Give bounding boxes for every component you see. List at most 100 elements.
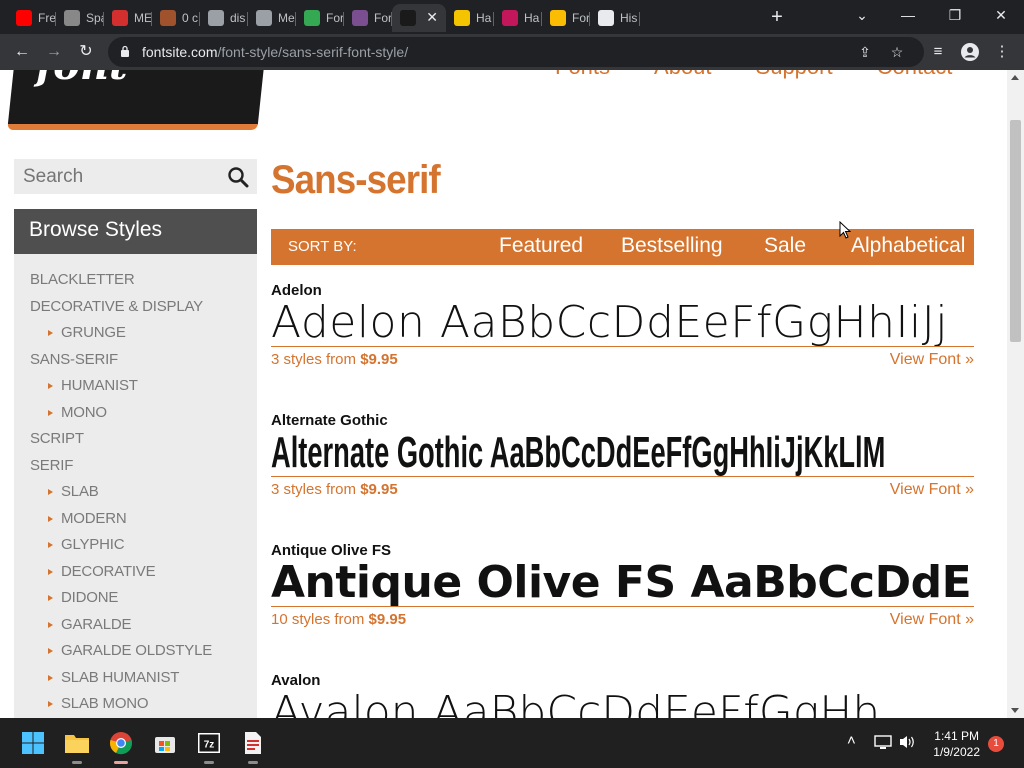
- share-icon[interactable]: ⇪: [856, 43, 874, 61]
- lock-icon[interactable]: [120, 45, 130, 57]
- category-label: SERIF: [30, 456, 74, 474]
- store-button[interactable]: [150, 728, 180, 758]
- category-link[interactable]: BLACKLETTER: [14, 267, 257, 294]
- new-tab-button[interactable]: +: [765, 6, 789, 30]
- category-link[interactable]: MONO: [14, 400, 257, 427]
- category-link[interactable]: HUMANIST: [14, 373, 257, 400]
- nav-link-about[interactable]: About: [654, 70, 712, 80]
- speaker-icon[interactable]: [898, 734, 916, 750]
- forward-button[interactable]: →: [42, 40, 66, 64]
- mask-icon: [352, 10, 368, 26]
- chevron-up-icon[interactable]: ˄: [847, 732, 856, 749]
- category-link[interactable]: DIDONE: [14, 585, 257, 612]
- view-font-link[interactable]: View Font »: [890, 481, 974, 499]
- scroll-up-arrow[interactable]: [1011, 75, 1019, 80]
- category-link[interactable]: SLAB: [14, 479, 257, 506]
- category-link[interactable]: SLAB MONO: [14, 691, 257, 718]
- triangle-bullet-icon: [48, 648, 53, 655]
- view-font-link[interactable]: View Font »: [890, 351, 974, 369]
- url-path: /font-style/sans-serif-font-style/: [217, 44, 409, 60]
- browser-tab[interactable]: Spa: [56, 4, 104, 32]
- minimize-button[interactable]: —: [888, 4, 928, 28]
- close-window-button[interactable]: ✕: [981, 4, 1021, 28]
- search-input[interactable]: [14, 159, 214, 194]
- font-name[interactable]: Alternate Gothic: [271, 412, 974, 429]
- browser-tab[interactable]: ME: [104, 4, 152, 32]
- tab-search-button[interactable]: ⌄: [842, 4, 882, 28]
- font-sample[interactable]: Antique Olive FS AaBbCcDdE: [271, 559, 974, 607]
- url-text[interactable]: fontsite.com/font-style/sans-serif-font-…: [142, 44, 408, 60]
- reload-button[interactable]: ↻: [74, 40, 98, 64]
- running-indicator: [72, 761, 82, 764]
- fontsite-logo[interactable]: font: [7, 70, 267, 130]
- browser-tab[interactable]: Ha: [446, 4, 494, 32]
- maximize-button[interactable]: ❐: [935, 4, 975, 28]
- browser-tab[interactable]: Me: [248, 4, 296, 32]
- media-control-icon[interactable]: ≡: [926, 40, 950, 64]
- sort-alphabetical[interactable]: Alphabetical: [851, 234, 965, 258]
- close-tab-icon[interactable]: ✕: [426, 9, 438, 26]
- sort-sale[interactable]: Sale: [764, 234, 806, 258]
- network-icon[interactable]: [874, 734, 892, 750]
- document-icon: [245, 732, 261, 754]
- nav-link-contact[interactable]: Contact: [877, 70, 953, 80]
- 7zip-button[interactable]: 7z: [194, 728, 224, 764]
- font-name[interactable]: Antique Olive FS: [271, 542, 974, 559]
- category-label: SCRIPT: [30, 430, 84, 447]
- start-button[interactable]: [18, 728, 48, 758]
- browser-tab[interactable]: For: [344, 4, 392, 32]
- profile-avatar-icon[interactable]: [958, 40, 982, 64]
- view-font-link[interactable]: View Font »: [890, 611, 974, 629]
- tab-title: For: [326, 11, 344, 25]
- cookie-icon: [160, 10, 176, 26]
- file-explorer-button[interactable]: [62, 728, 92, 764]
- category-link[interactable]: GARALDE OLDSTYLE: [14, 638, 257, 665]
- font-name[interactable]: Adelon: [271, 282, 974, 299]
- nav-link-support[interactable]: Support: [756, 70, 833, 80]
- scroll-down-arrow[interactable]: [1011, 708, 1019, 713]
- category-link[interactable]: SERIF: [14, 453, 257, 480]
- notification-badge[interactable]: 1: [988, 736, 1004, 752]
- font-price-info: 3 styles from $9.95: [271, 351, 398, 368]
- spartan-helmet-icon: [64, 10, 80, 26]
- font-sample[interactable]: Avalon AaBbCcDdEeFfGgHh: [271, 689, 974, 718]
- category-label: DIDONE: [61, 589, 119, 606]
- browser-tab[interactable]: For: [296, 4, 344, 32]
- font-sample[interactable]: Alternate Gothic AaBbCcDdEeFfGgHhIiJjKkL…: [271, 429, 975, 477]
- browser-tab[interactable]: ✕: [392, 4, 446, 32]
- page-scrollbar[interactable]: [1007, 70, 1024, 718]
- category-link[interactable]: MODERN: [14, 506, 257, 533]
- scroll-thumb[interactable]: [1010, 120, 1021, 342]
- category-link[interactable]: GRUNGE: [14, 320, 257, 347]
- nav-link-fonts[interactable]: Fonts: [555, 70, 610, 80]
- tab-title: Ha: [524, 11, 540, 25]
- address-bar[interactable]: fontsite.com/font-style/sans-serif-font-…: [108, 37, 924, 67]
- font-sample[interactable]: Adelon AaBbCcDdEeFfGgHhIiJj: [271, 299, 974, 347]
- font-name[interactable]: Avalon: [271, 672, 974, 689]
- category-link[interactable]: SCRIPT: [14, 426, 257, 453]
- bookmark-star-icon[interactable]: ☆: [888, 43, 906, 61]
- category-link[interactable]: GLYPHIC: [14, 532, 257, 559]
- category-link[interactable]: DECORATIVE: [14, 559, 257, 586]
- if-logo-icon: [454, 10, 470, 26]
- category-link[interactable]: DECORATIVE & DISPLAY: [14, 294, 257, 321]
- browser-tab[interactable]: Ha: [494, 4, 542, 32]
- document-app-button[interactable]: [238, 728, 268, 764]
- browser-tab[interactable]: His: [590, 4, 640, 32]
- browser-tab[interactable]: dis: [200, 4, 248, 32]
- search-icon[interactable]: [227, 166, 249, 188]
- sort-featured[interactable]: Featured: [499, 234, 583, 258]
- back-button[interactable]: ←: [10, 40, 34, 64]
- category-link[interactable]: SLAB HUMANIST: [14, 665, 257, 692]
- taskbar-clock[interactable]: 1:41 PM 1/9/2022: [933, 728, 980, 760]
- sort-bestselling[interactable]: Bestselling: [621, 234, 723, 258]
- browser-menu-icon[interactable]: ⋮: [990, 40, 1014, 64]
- f-logo-icon: [502, 10, 518, 26]
- category-link[interactable]: SANS-SERIF: [14, 347, 257, 374]
- chrome-taskbar-button[interactable]: [106, 728, 136, 764]
- category-link[interactable]: GARALDE: [14, 612, 257, 639]
- browser-tab[interactable]: 0 c: [152, 4, 200, 32]
- browser-tab[interactable]: For: [542, 4, 590, 32]
- site-top-nav: Fonts About Support Contact: [555, 70, 952, 80]
- browser-tab[interactable]: Fre: [8, 4, 56, 32]
